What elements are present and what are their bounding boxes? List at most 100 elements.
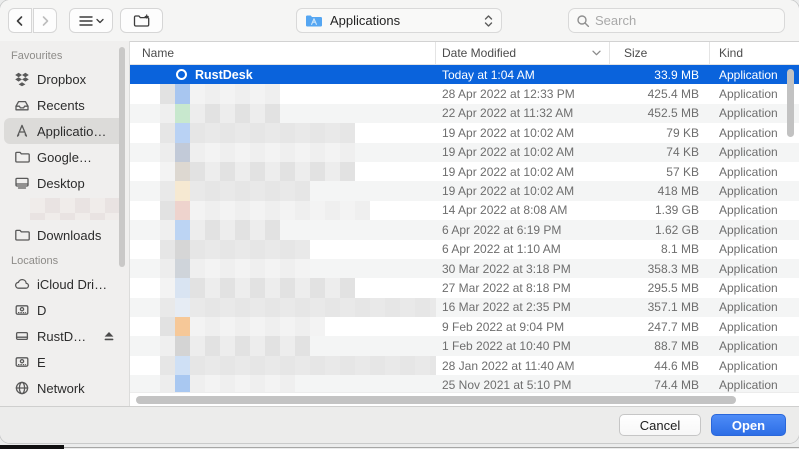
table-row[interactable]: 19 Apr 2022 at 10:02 AM74 KBApplication xyxy=(130,143,799,162)
open-button[interactable]: Open xyxy=(711,414,786,436)
dialog-content: FavouritesDropboxRecents Applicatio… Googl… xyxy=(0,41,799,406)
table-row[interactable]: 28 Apr 2022 at 12:33 PM425.4 MBApplicati… xyxy=(130,84,799,103)
sidebar-item-iclouddri[interactable]: iCloud Dri… xyxy=(4,271,125,297)
table-row[interactable]: 19 Apr 2022 at 10:02 AM418 MBApplication xyxy=(130,181,799,200)
disk-icon xyxy=(13,354,30,371)
name-cell xyxy=(130,104,436,123)
redacted-name-mosaic xyxy=(160,201,370,220)
sidebar-item-rustd[interactable]: RustD… xyxy=(4,323,125,349)
new-folder-icon xyxy=(133,14,151,28)
applications-folder-icon xyxy=(305,14,323,28)
date-modified-cell: 1 Feb 2022 at 10:40 PM xyxy=(436,336,610,355)
sidebar-item-desktop[interactable]: Desktop xyxy=(4,170,125,196)
applications-icon xyxy=(13,123,30,140)
sidebar-scrollbar[interactable] xyxy=(119,47,125,267)
date-modified-cell: 6 Apr 2022 at 6:19 PM xyxy=(436,220,610,239)
table-row[interactable]: RustDeskToday at 1:04 AM33.9 MBApplicati… xyxy=(130,65,799,84)
name-cell xyxy=(130,259,436,278)
kind-cell: Application xyxy=(710,259,799,278)
location-dropdown[interactable]: Applications xyxy=(296,8,502,33)
table-row[interactable]: 28 Jan 2022 at 11:40 AM44.6 MBApplicatio… xyxy=(130,356,799,375)
kind-cell: Application xyxy=(710,162,799,181)
recents-icon xyxy=(13,97,30,114)
file-open-dialog: Applications Search FavouritesDropboxRec… xyxy=(0,0,799,443)
search-placeholder: Search xyxy=(595,13,636,28)
sidebar-item-downloads[interactable]: Downloads xyxy=(4,222,125,248)
sidebar-item-d[interactable]: D xyxy=(4,297,125,323)
cancel-button[interactable]: Cancel xyxy=(619,414,701,436)
redacted-name-mosaic xyxy=(160,181,310,200)
sidebar-section-label: Favourites xyxy=(0,43,129,66)
back-button[interactable] xyxy=(8,8,32,33)
name-cell xyxy=(130,336,436,355)
table-row[interactable]: 6 Apr 2022 at 1:10 AM8.1 MBApplication xyxy=(130,240,799,259)
name-cell xyxy=(130,317,436,336)
name-cell: RustDesk xyxy=(130,65,436,84)
table-row[interactable]: 6 Apr 2022 at 6:19 PM1.62 GBApplication xyxy=(130,220,799,239)
up-down-chevrons-icon xyxy=(484,14,493,28)
forward-button[interactable] xyxy=(33,8,57,33)
date-modified-cell: 14 Apr 2022 at 8:08 AM xyxy=(436,201,610,220)
sidebar-section-label: Locations xyxy=(0,248,129,271)
new-folder-button[interactable] xyxy=(120,8,163,33)
date-modified-cell: 19 Apr 2022 at 10:02 AM xyxy=(436,143,610,162)
size-cell: 425.4 MB xyxy=(610,84,710,103)
sidebar-item-recents[interactable]: Recents xyxy=(4,92,125,118)
table-row[interactable]: 19 Apr 2022 at 10:02 AM57 KBApplication xyxy=(130,162,799,181)
table-row[interactable]: 1 Feb 2022 at 10:40 PM88.7 MBApplication xyxy=(130,336,799,355)
eject-icon[interactable] xyxy=(103,331,115,342)
sidebar-item-google[interactable]: Google… xyxy=(4,144,125,170)
list-view-icon xyxy=(79,15,93,27)
sidebar-item-applicatio[interactable]: Applicatio… xyxy=(4,118,125,144)
date-modified-cell: 16 Mar 2022 at 2:35 PM xyxy=(436,298,610,317)
kind-cell: Application xyxy=(710,336,799,355)
view-mode-button[interactable] xyxy=(69,8,113,33)
table-row[interactable]: 25 Nov 2021 at 5:10 PM74.4 MBApplication xyxy=(130,375,799,392)
sidebar-item-label: Network xyxy=(37,381,85,396)
table-row[interactable]: 14 Apr 2022 at 8:08 AM1.39 GBApplication xyxy=(130,201,799,220)
column-header-date-modified[interactable]: Date Modified xyxy=(436,42,610,64)
table-row[interactable]: 27 Mar 2022 at 8:18 PM295.5 MBApplicatio… xyxy=(130,278,799,297)
size-cell: 452.5 MB xyxy=(610,104,710,123)
kind-cell: Application xyxy=(710,356,799,375)
column-header-name[interactable]: Name xyxy=(130,42,436,64)
sidebar-item-dropbox[interactable]: Dropbox xyxy=(4,66,125,92)
file-table: Name Date Modified Size Kind RustDeskTod… xyxy=(130,41,799,406)
column-header-kind[interactable]: Kind xyxy=(710,42,799,64)
table-row[interactable]: 9 Feb 2022 at 9:04 PM247.7 MBApplication xyxy=(130,317,799,336)
size-cell: 74 KB xyxy=(610,143,710,162)
sidebar-item-network[interactable]: Network xyxy=(4,375,125,401)
cloud-icon xyxy=(13,276,30,293)
search-icon xyxy=(576,14,590,28)
rustdesk-app-icon xyxy=(176,69,187,80)
name-cell xyxy=(130,201,436,220)
search-input[interactable]: Search xyxy=(568,8,785,33)
date-modified-cell: 6 Apr 2022 at 1:10 AM xyxy=(436,240,610,259)
kind-cell: Application xyxy=(710,123,799,142)
kind-cell: Application xyxy=(710,84,799,103)
table-row[interactable]: 30 Mar 2022 at 3:18 PM358.3 MBApplicatio… xyxy=(130,259,799,278)
background-window-edge xyxy=(0,447,799,448)
table-row[interactable]: 22 Apr 2022 at 11:32 AM452.5 MBApplicati… xyxy=(130,104,799,123)
sidebar-item-redacted[interactable] xyxy=(30,198,121,220)
table-header: Name Date Modified Size Kind xyxy=(130,41,799,65)
sidebar-item-e[interactable]: E xyxy=(4,349,125,375)
column-header-size[interactable]: Size xyxy=(610,42,710,64)
sidebar-item-label: Applicatio… xyxy=(37,124,106,139)
name-cell xyxy=(130,298,436,317)
horizontal-scrollbar-thumb[interactable] xyxy=(136,396,736,404)
toolbar: Applications Search xyxy=(0,0,799,41)
name-cell xyxy=(130,181,436,200)
size-cell: 358.3 MB xyxy=(610,259,710,278)
table-row[interactable]: 16 Mar 2022 at 2:35 PM357.1 MBApplicatio… xyxy=(130,298,799,317)
redacted-name-mosaic xyxy=(160,298,436,317)
dropbox-icon xyxy=(13,71,30,88)
date-modified-cell: 30 Mar 2022 at 3:18 PM xyxy=(436,259,610,278)
table-rows: RustDeskToday at 1:04 AM33.9 MBApplicati… xyxy=(130,65,799,392)
date-modified-cell: 19 Apr 2022 at 10:02 AM xyxy=(436,162,610,181)
location-dropdown-label: Applications xyxy=(330,13,484,28)
vertical-scrollbar-thumb[interactable] xyxy=(787,69,794,137)
external-disk-icon xyxy=(13,328,30,345)
table-row[interactable]: 19 Apr 2022 at 10:02 AM79 KBApplication xyxy=(130,123,799,142)
redacted-name-mosaic xyxy=(160,143,355,162)
